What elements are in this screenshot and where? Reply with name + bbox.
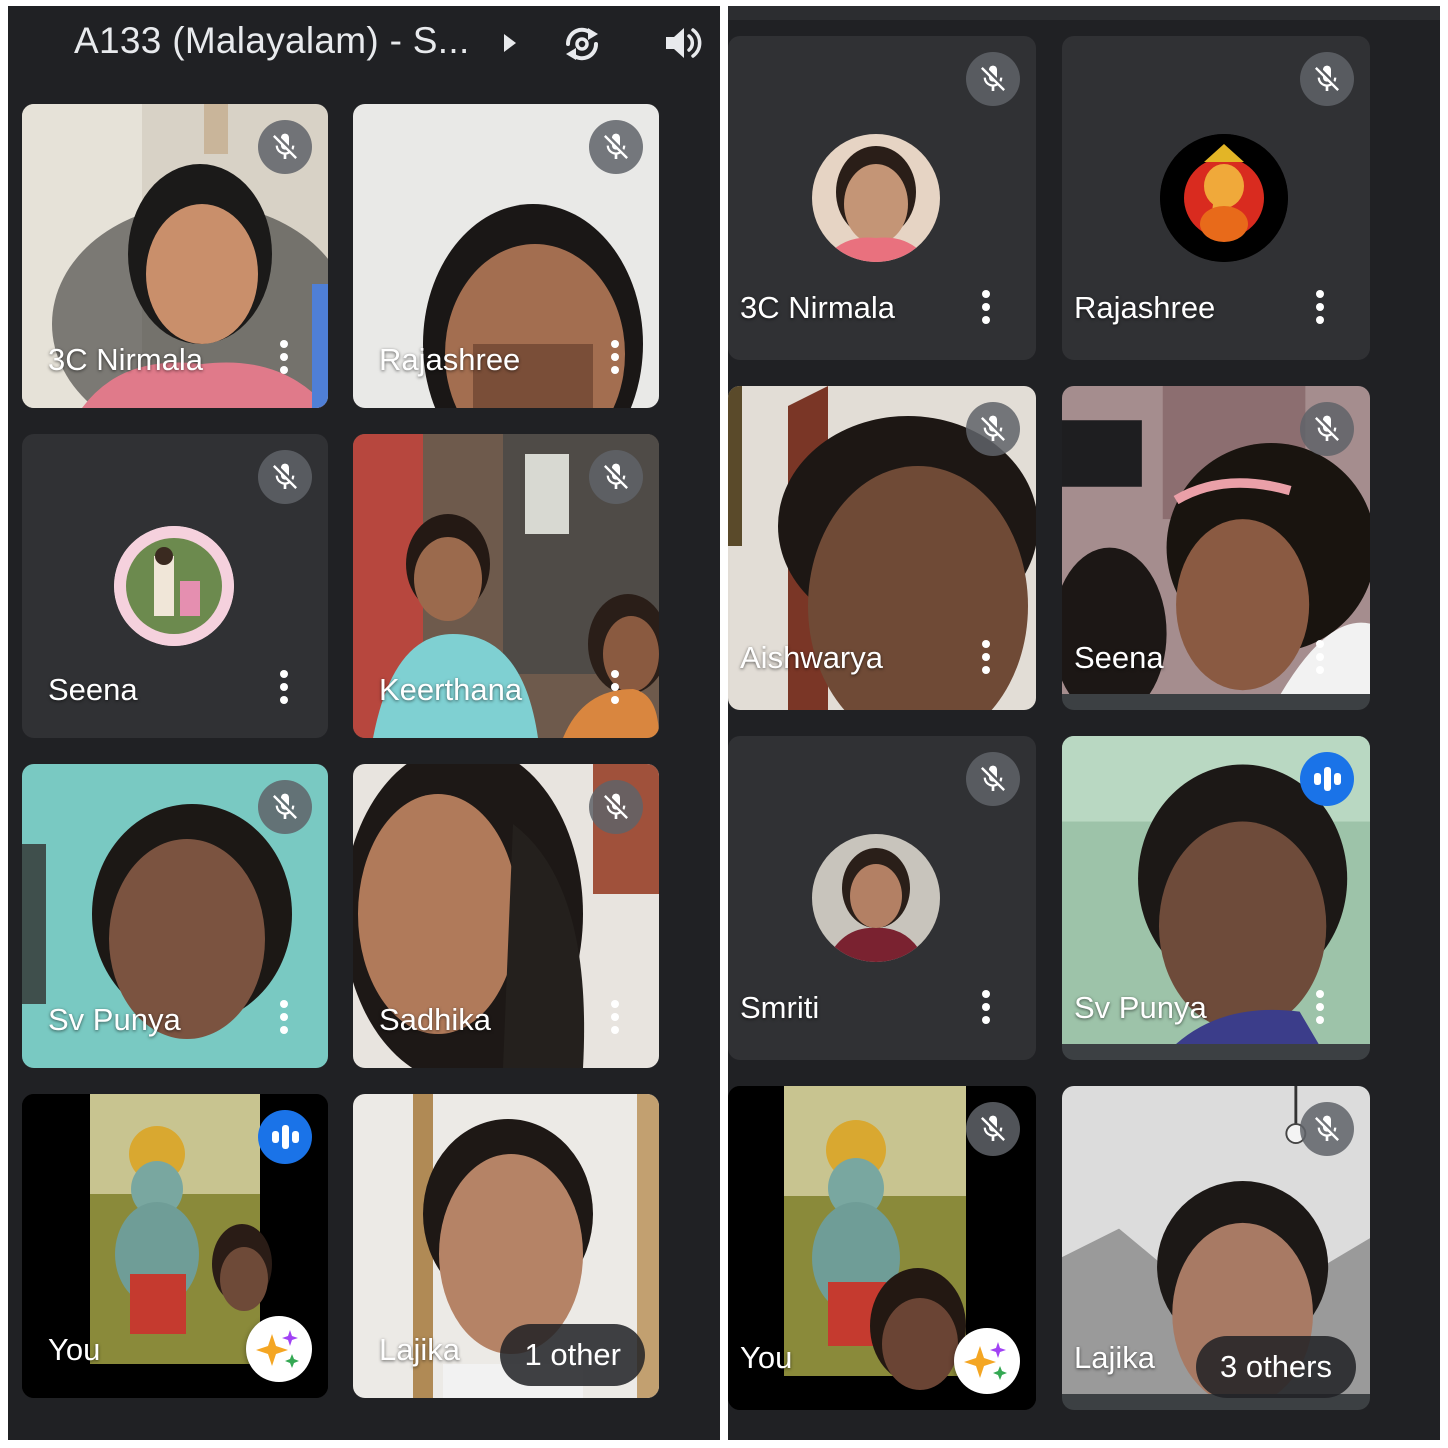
mic-muted-icon — [1300, 1102, 1354, 1156]
participant-avatar — [812, 134, 940, 262]
participant-avatar — [1160, 134, 1288, 262]
mic-muted-icon — [589, 450, 643, 504]
participant-name: Seena — [48, 672, 138, 707]
participant-tile-you[interactable]: You — [728, 1086, 1036, 1410]
participant-tile-keerthana[interactable]: Keerthana — [353, 434, 659, 738]
speaker-icon[interactable] — [660, 20, 706, 66]
participant-tile-seena[interactable]: Seena — [22, 434, 328, 738]
participant-tile-rajashree[interactable]: Rajashree — [1062, 36, 1370, 360]
mic-muted-icon — [258, 120, 312, 174]
participant-tile-lajika[interactable]: Lajika 1 other — [353, 1094, 659, 1398]
participant-name: Lajika — [1074, 1340, 1155, 1375]
speaking-indicator-icon — [258, 1110, 312, 1164]
mic-muted-icon — [966, 752, 1020, 806]
participant-tile-smriti[interactable]: Smriti — [728, 736, 1036, 1060]
participant-tile-rajashree[interactable]: Rajashree — [353, 104, 659, 408]
participant-name: Rajashree — [379, 342, 521, 377]
participant-name: Aishwarya — [740, 640, 883, 675]
speaking-indicator-icon — [1300, 752, 1354, 806]
participant-name: Keerthana — [379, 672, 523, 707]
mic-muted-icon — [589, 120, 643, 174]
mic-muted-icon — [258, 450, 312, 504]
more-options-icon[interactable] — [609, 670, 619, 704]
participant-name: Lajika — [379, 1332, 460, 1367]
participant-name: Sv Punya — [1074, 990, 1207, 1025]
more-options-icon[interactable] — [980, 990, 990, 1024]
effects-sparkle-icon[interactable] — [954, 1328, 1020, 1394]
more-options-icon[interactable] — [278, 340, 288, 374]
participant-name: 3C Nirmala — [740, 290, 896, 325]
participant-tile-aishwarya[interactable]: Aishwarya — [728, 386, 1036, 710]
participant-tile-you[interactable]: You — [22, 1094, 328, 1398]
participant-avatar — [114, 526, 234, 646]
more-options-icon[interactable] — [278, 670, 288, 704]
more-options-icon[interactable] — [980, 290, 990, 324]
more-options-icon[interactable] — [609, 340, 619, 374]
top-bar-strip — [728, 6, 1440, 20]
participant-avatar — [812, 834, 940, 962]
participant-tile-sv-punya[interactable]: Sv Punya — [1062, 736, 1370, 1060]
left-meeting-screen: A133 (Malayalam) - S... 3C Nirmala Rajas… — [8, 6, 720, 1440]
others-count-badge[interactable]: 3 others — [1195, 1336, 1356, 1398]
participant-name: 3C Nirmala — [48, 342, 204, 377]
participant-name: Smriti — [740, 990, 820, 1025]
meeting-header: A133 (Malayalam) - S... — [8, 6, 720, 96]
participant-tile-lajika[interactable]: Lajika 3 others — [1062, 1086, 1370, 1410]
mic-muted-icon — [966, 52, 1020, 106]
others-count-badge[interactable]: 1 other — [500, 1324, 645, 1386]
participant-tile-3c-nirmala[interactable]: 3C Nirmala — [728, 36, 1036, 360]
play-arrow-icon[interactable] — [498, 28, 522, 58]
mic-muted-icon — [589, 780, 643, 834]
meeting-title[interactable]: A133 (Malayalam) - S... — [74, 20, 470, 62]
participant-name: Seena — [1074, 640, 1164, 675]
switch-camera-icon[interactable] — [558, 20, 606, 68]
more-options-icon[interactable] — [1314, 290, 1324, 324]
right-meeting-screen: 3C Nirmala Rajashree Aishwarya Seena Smr… — [728, 6, 1440, 1440]
effects-sparkle-icon[interactable] — [246, 1316, 312, 1382]
participant-name: You — [740, 1340, 793, 1375]
mic-muted-icon — [1300, 52, 1354, 106]
more-options-icon[interactable] — [980, 640, 990, 674]
more-options-icon[interactable] — [278, 1000, 288, 1034]
participant-tile-sadhika[interactable]: Sadhika — [353, 764, 659, 1068]
mic-muted-icon — [1300, 402, 1354, 456]
participant-name: Sv Punya — [48, 1002, 181, 1037]
participant-name: Rajashree — [1074, 290, 1216, 325]
participant-tile-seena[interactable]: Seena — [1062, 386, 1370, 710]
participant-tile-3c-nirmala[interactable]: 3C Nirmala — [22, 104, 328, 408]
mic-muted-icon — [258, 780, 312, 834]
participant-name: Sadhika — [379, 1002, 492, 1037]
mic-muted-icon — [966, 1102, 1020, 1156]
more-options-icon[interactable] — [609, 1000, 619, 1034]
mic-muted-icon — [966, 402, 1020, 456]
participant-tile-sv-punya[interactable]: Sv Punya — [22, 764, 328, 1068]
more-options-icon[interactable] — [1314, 990, 1324, 1024]
participant-name: You — [48, 1332, 101, 1367]
more-options-icon[interactable] — [1314, 640, 1324, 674]
